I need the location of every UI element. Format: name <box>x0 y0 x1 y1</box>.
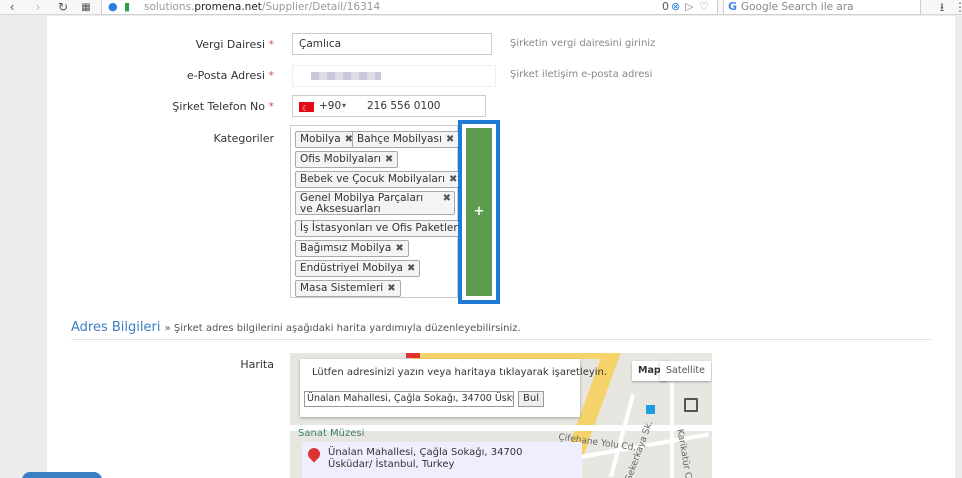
tag-item: Masa Sistemleri ✖ <box>295 280 401 297</box>
tag-item: Bebek ve Çocuk Mobilyaları ✖ <box>295 171 463 188</box>
remove-tag-icon[interactable]: ✖ <box>385 154 393 165</box>
tag-item: Endüstriyel Mobilya ✖ <box>295 260 421 277</box>
phone-input[interactable]: +90 ▾ 216 556 0100 <box>292 95 486 119</box>
add-category-highlight: + <box>458 120 500 304</box>
section-divider <box>71 339 931 340</box>
address-section-title: Adres Bilgileri » Şirket adres bilgileri… <box>71 320 521 335</box>
map-instruction: Lütfen adresinizi yazın veya haritaya tı… <box>312 367 608 378</box>
google-icon: G <box>728 0 738 13</box>
chevron-down-icon[interactable]: ▾ <box>342 96 346 116</box>
email-label: e-Posta Adresi * <box>186 69 274 82</box>
tag-item: Genel Mobilya Parçaları ve Aksesuarları ✖ <box>295 191 455 215</box>
download-icon[interactable]: ⭳ <box>934 0 950 15</box>
tag-item: Ofis Mobilyaları ✖ <box>295 151 399 168</box>
redacted-email <box>311 72 381 80</box>
location-icon: ● <box>108 0 118 13</box>
add-category-button[interactable]: + <box>466 128 492 296</box>
map-find-button[interactable]: Bul <box>518 391 544 407</box>
tag-item: Bağımsız Mobilya ✖ <box>295 240 409 257</box>
page-content: Vergi Dairesi * Çamlıca Şirketin vergi d… <box>47 16 955 478</box>
country-code[interactable]: +90 <box>319 96 341 116</box>
remove-tag-icon[interactable]: ✖ <box>443 193 451 205</box>
metro-icon <box>646 405 655 414</box>
address-map[interactable]: Çifehane Yolu Cd. Şekerkaya Sk. Karikatü… <box>290 353 712 478</box>
remove-tag-icon[interactable]: ✖ <box>407 263 415 274</box>
categories-label: Kategoriler <box>213 132 274 145</box>
lock-icon: ▮ <box>124 0 131 13</box>
browser-search[interactable]: G Google Search ile ara <box>723 0 921 15</box>
map-result-address: Ünalan Mahallesi, Çağla Sokağı, 34700 Üs… <box>328 447 523 470</box>
tag-item: Mobilya ✖ <box>295 131 359 148</box>
send-icon[interactable]: ▷ <box>685 0 693 14</box>
tax-office-input[interactable]: Çamlıca <box>292 33 492 55</box>
heart-icon[interactable]: ♡ <box>699 0 709 14</box>
back-icon[interactable]: ‹ <box>4 0 20 15</box>
menu-icon[interactable]: ⋮ <box>952 0 962 15</box>
map-type-satellite-button[interactable]: Satellite <box>660 361 711 381</box>
search-placeholder: Google Search ile ara <box>741 1 854 13</box>
map-address-input[interactable]: Ünalan Mahallesi, Çağla Sokağı, 34700 Üs… <box>304 391 514 407</box>
url-text: solutions.promena.net/Supplier/Detail/16… <box>144 1 381 13</box>
fullscreen-icon[interactable] <box>684 398 698 412</box>
remove-tag-icon[interactable]: ✖ <box>446 134 454 145</box>
map-road <box>670 383 674 478</box>
remove-tag-icon[interactable]: ✖ <box>449 174 457 185</box>
highway-sign-icon <box>406 353 420 358</box>
extension-icon[interactable]: ⊗ <box>671 0 680 14</box>
remove-tag-icon[interactable]: ✖ <box>395 243 403 254</box>
address-bar[interactable]: ● ▮ solutions.promena.net/Supplier/Detai… <box>101 0 718 15</box>
apps-grid-icon[interactable]: ▦ <box>78 0 94 15</box>
tag-item: İş İstasyonları ve Ofis Paketleri✖ <box>295 220 478 237</box>
phone-label: Şirket Telefon No * <box>172 100 274 113</box>
map-label: Harita <box>240 358 274 371</box>
reload-icon[interactable]: ↻ <box>55 0 71 15</box>
turkey-flag-icon <box>299 99 314 119</box>
map-pin-icon <box>305 445 323 463</box>
bottom-floating-tab[interactable] <box>22 472 102 478</box>
tag-item: Bahçe Mobilyası ✖ <box>352 131 460 148</box>
browser-toolbar: ‹ › ↻ ▦ ● ▮ solutions.promena.net/Suppli… <box>0 0 962 15</box>
tax-office-label: Vergi Dairesi * <box>195 38 274 51</box>
categories-tagbox[interactable]: Mobilya ✖ Bahçe Mobilyası ✖ Ofis Mobilyala… <box>290 125 478 298</box>
phone-number: 216 556 0100 <box>367 100 441 112</box>
map-result-card: Ünalan Mahallesi, Çağla Sokağı, 34700 Üs… <box>302 442 582 478</box>
map-search-box: Lütfen adresinizi yazın veya haritaya tı… <box>300 359 607 417</box>
forward-icon[interactable]: › <box>30 0 46 15</box>
email-input[interactable] <box>292 65 496 87</box>
tax-office-hint: Şirketin vergi dairesini giriniz <box>510 38 656 49</box>
poi-museum: Sanat Müzesi <box>298 428 365 439</box>
remove-tag-icon[interactable]: ✖ <box>387 283 395 294</box>
badge-count: 0 <box>662 0 669 13</box>
email-hint: Şirket iletişim e-posta adresi <box>510 69 653 80</box>
